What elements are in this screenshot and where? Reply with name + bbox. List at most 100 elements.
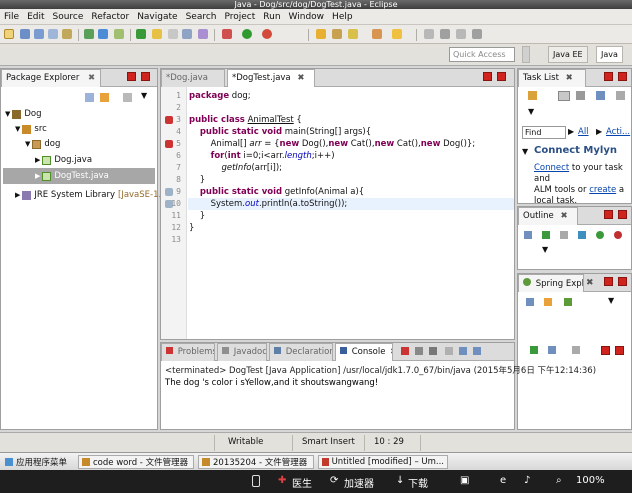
show-whitespace-icon[interactable] bbox=[198, 29, 208, 39]
menu-file[interactable]: File bbox=[4, 12, 19, 22]
menu-window[interactable]: Window bbox=[289, 12, 325, 22]
menu-navigate[interactable]: Navigate bbox=[137, 12, 177, 22]
code-line[interactable]: } bbox=[189, 174, 205, 186]
terminate-icon[interactable] bbox=[401, 347, 409, 355]
close-icon[interactable]: ✖ bbox=[560, 211, 567, 221]
collapse-all-icon[interactable] bbox=[85, 93, 94, 102]
chevron-down-icon[interactable]: ▼ bbox=[522, 147, 528, 156]
code-line[interactable]: } bbox=[189, 210, 205, 222]
chevron-down-icon[interactable]: ▼ bbox=[25, 140, 30, 148]
task-list-tab[interactable]: Task List ✖ bbox=[518, 69, 586, 87]
clear-console-icon[interactable] bbox=[445, 347, 453, 355]
back-icon[interactable] bbox=[456, 29, 466, 39]
quick-access-input[interactable]: Quick Access bbox=[449, 47, 515, 62]
debug-icon-2[interactable] bbox=[222, 29, 232, 39]
hide-fields-icon[interactable] bbox=[524, 231, 532, 239]
maximize-icon[interactable] bbox=[497, 72, 506, 81]
tray-zoom[interactable]: 100% bbox=[576, 475, 605, 486]
menu-run[interactable]: Run bbox=[263, 12, 280, 22]
maximize-icon[interactable] bbox=[615, 346, 624, 355]
open-task-icon[interactable] bbox=[372, 29, 382, 39]
new-package-icon[interactable] bbox=[332, 29, 342, 39]
prev-annotation-icon[interactable] bbox=[440, 29, 450, 39]
phone-icon[interactable] bbox=[252, 475, 260, 487]
filter-icon[interactable] bbox=[564, 298, 572, 306]
collapse-all-icon[interactable] bbox=[526, 298, 534, 306]
maximize-icon[interactable] bbox=[618, 210, 627, 219]
tree-item-dog-java[interactable]: ▶ Dog.java bbox=[35, 153, 92, 167]
tray-doctor[interactable]: 医生 bbox=[292, 475, 312, 490]
tree-item-dogtest-java[interactable]: ▶ DogTest.java bbox=[3, 168, 155, 184]
tab-problems[interactable]: Problems bbox=[161, 343, 215, 361]
code-line[interactable]: System.out.println(a.toString()); bbox=[189, 198, 348, 210]
external-tools-icon[interactable] bbox=[262, 29, 272, 39]
tree-item-dog-package[interactable]: ▼ dog bbox=[25, 137, 60, 151]
new-class-icon[interactable] bbox=[348, 29, 358, 39]
task-code-word[interactable]: code word - 文件管理器 bbox=[78, 455, 194, 469]
package-explorer-tab[interactable]: Package Explorer ✖ bbox=[1, 69, 101, 87]
tree-item-dog-project[interactable]: ▼ Dog bbox=[5, 107, 42, 121]
code-line[interactable]: public static void main(String[] args){ bbox=[189, 126, 371, 138]
code-line[interactable]: public static void getInfo(Animal a){ bbox=[189, 186, 364, 198]
new-task-icon[interactable] bbox=[528, 91, 537, 100]
tab-declaration[interactable]: Declaration bbox=[269, 343, 333, 361]
code-line[interactable]: package dog; bbox=[189, 90, 251, 102]
hide-static-icon[interactable] bbox=[542, 231, 550, 239]
search-icon[interactable] bbox=[392, 29, 402, 39]
task-umbrello[interactable]: Untitled [modified] – Um... bbox=[318, 455, 448, 469]
save-all-icon[interactable] bbox=[34, 29, 44, 39]
minimize-icon[interactable] bbox=[604, 277, 613, 286]
tab-dog-java[interactable]: *Dog.java bbox=[161, 69, 225, 87]
spring-explorer-tab[interactable]: Spring Expl bbox=[518, 274, 584, 292]
scheduled-icon[interactable] bbox=[576, 91, 585, 100]
maximize-icon[interactable] bbox=[618, 72, 627, 81]
code-line[interactable]: } bbox=[189, 222, 194, 234]
tab-console[interactable]: Console ✖ bbox=[335, 343, 393, 361]
tab-javadoc[interactable]: Javadoc bbox=[217, 343, 267, 361]
print-icon[interactable] bbox=[48, 29, 58, 39]
menu-source[interactable]: Source bbox=[53, 12, 84, 22]
tray-download[interactable]: 下载 bbox=[408, 475, 428, 490]
remove-all-icon[interactable] bbox=[429, 347, 437, 355]
chevron-down-icon[interactable]: ▼ bbox=[141, 91, 147, 100]
view-menu-icon[interactable] bbox=[616, 91, 625, 100]
ie-icon[interactable]: e bbox=[500, 475, 506, 486]
tray-accelerator[interactable]: 加速器 bbox=[344, 475, 374, 490]
connect-link[interactable]: Connect bbox=[534, 163, 569, 173]
image-icon[interactable]: ▣ bbox=[460, 475, 469, 486]
menu-help[interactable]: Help bbox=[332, 12, 353, 22]
categorized-icon[interactable] bbox=[558, 91, 570, 101]
perspective-java[interactable]: Java bbox=[596, 46, 623, 63]
filter-all-link[interactable]: All bbox=[578, 127, 589, 137]
run-icon[interactable] bbox=[242, 29, 252, 39]
create-link[interactable]: create bbox=[589, 185, 616, 195]
link-editor-icon[interactable] bbox=[544, 298, 552, 306]
filter-icon[interactable] bbox=[596, 91, 605, 100]
maximize-icon[interactable] bbox=[141, 72, 150, 81]
minimize-icon[interactable] bbox=[604, 72, 613, 81]
chevron-down-icon[interactable]: ▼ bbox=[608, 296, 614, 305]
tree-item-jre-library[interactable]: ▶ JRE System Library [JavaSE-1.7] bbox=[15, 188, 170, 202]
hide-local-types-icon[interactable] bbox=[596, 231, 604, 239]
close-icon[interactable]: ✖ bbox=[88, 73, 95, 83]
menu-search[interactable]: Search bbox=[186, 12, 217, 22]
word-wrap-icon[interactable] bbox=[473, 347, 481, 355]
minimize-icon[interactable] bbox=[604, 210, 613, 219]
menu-edit[interactable]: Edit bbox=[27, 12, 44, 22]
code-text-area[interactable]: package dog; public class AnimalTest { pu… bbox=[161, 90, 516, 250]
save-icon[interactable] bbox=[20, 29, 30, 39]
skip-breakpoints-icon[interactable] bbox=[98, 29, 108, 39]
menu-refactor[interactable]: Refactor bbox=[91, 12, 129, 22]
pin-console-icon[interactable] bbox=[530, 346, 538, 354]
download-icon[interactable]: ↓ bbox=[396, 475, 404, 486]
view-menu-icon[interactable] bbox=[123, 93, 132, 102]
scroll-lock-icon[interactable] bbox=[459, 347, 467, 355]
code-line[interactable]: getInfo(arr[i]); bbox=[189, 162, 282, 174]
close-icon[interactable]: ✖ bbox=[566, 73, 573, 83]
link-editor-icon[interactable] bbox=[100, 93, 109, 102]
focus-icon[interactable] bbox=[614, 231, 622, 239]
doctor-icon[interactable]: ✚ bbox=[278, 475, 286, 486]
open-perspective-button[interactable] bbox=[522, 46, 530, 63]
code-line[interactable]: for(int i=0;i<arr.length;i++) bbox=[189, 150, 335, 162]
minimize-icon[interactable] bbox=[483, 72, 492, 81]
